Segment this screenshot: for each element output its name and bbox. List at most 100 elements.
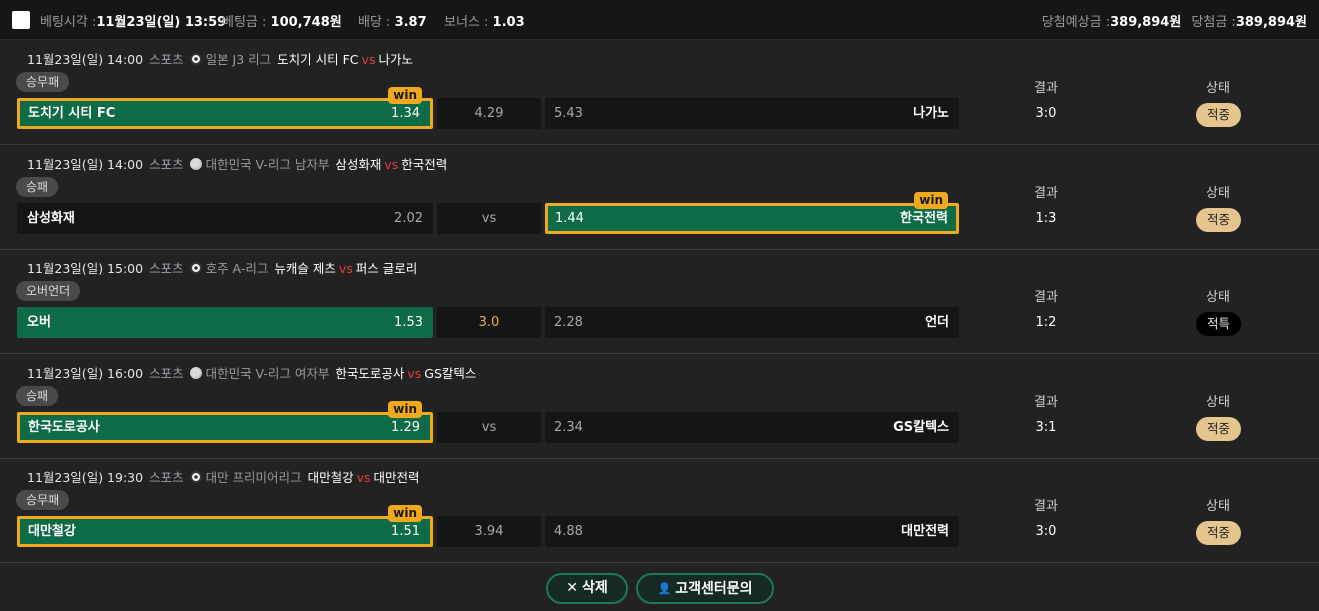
away-odds-value: 2.34: [554, 420, 583, 435]
result-score: 1:2: [1035, 315, 1057, 330]
away-odds-value: 2.28: [554, 315, 583, 330]
away-odds-cell[interactable]: 4.88 대만전력: [545, 516, 959, 547]
odds-value: 3.87: [394, 15, 427, 30]
draw-odds-cell[interactable]: vs: [437, 203, 541, 234]
support-label: 고객센터문의: [675, 581, 753, 597]
person-icon: 👤: [657, 582, 672, 595]
bet-card: 11월23일(일) 14:00 스포츠 일본 J3 리그 도치기 시티 FC vs 나가노…: [0, 41, 1319, 145]
bet-card: 11월23일(일) 16:00 스포츠 대한민국 V-리그 여자부한국도로공사 vs G…: [0, 355, 1319, 459]
home-odds-cell[interactable]: 삼성화재 2.02: [17, 203, 433, 234]
status-badge: 적중: [1196, 208, 1241, 232]
volleyball-icon: [189, 158, 202, 170]
draw-odds-value: 4.29: [474, 106, 504, 121]
away-team: GS칼텍스: [424, 366, 477, 381]
away-option-name: 한국전력: [900, 211, 948, 226]
away-odds-cell[interactable]: 5.43 나가노: [545, 98, 959, 129]
expected-win-label: 당첨예상금 :: [1041, 15, 1111, 30]
draw-odds-cell[interactable]: 3.0: [437, 307, 541, 338]
status-header: 상태: [1206, 499, 1230, 514]
home-odds-value: 1.34: [391, 106, 420, 121]
away-option-name: GS칼텍스: [893, 420, 949, 435]
market-type-badge: 승패: [16, 177, 59, 197]
draw-odds-value: vs: [481, 420, 497, 435]
result-header: 결과: [1034, 499, 1058, 514]
soccer-ball-icon: [189, 53, 202, 65]
home-odds-cell[interactable]: 오버 1.53: [17, 307, 433, 338]
away-option-name: 나가노: [913, 106, 949, 121]
league-name: 대만 프리미어리그: [205, 470, 302, 485]
home-odds-value: 2.02: [394, 211, 423, 226]
result-header: 결과: [1034, 395, 1058, 410]
market-type-badge: 승패: [16, 386, 59, 406]
home-option-name: 한국도로공사: [28, 420, 100, 435]
match-info: 11월23일(일) 14:00 스포츠 대한민국 V-리그 남자부 삼성화재 vs 한국전…: [27, 154, 447, 173]
result-score: 3:0: [1035, 106, 1057, 121]
result-header: 결과: [1034, 186, 1058, 201]
soccer-ball-icon: [189, 262, 202, 274]
away-option-name: 언더: [925, 315, 949, 330]
market-type-badge: 승무패: [16, 72, 70, 92]
bet-card: 11월23일(일) 14:00 스포츠 대한민국 V-리그 남자부 삼성화재 vs 한국전…: [0, 146, 1319, 250]
home-team: 도치기 시티 FC: [277, 52, 359, 67]
sport-category: 스포츠: [149, 52, 184, 67]
odds-label: 배당 :: [358, 15, 391, 30]
away-odds-cell[interactable]: win 1.44 한국전력: [545, 192, 959, 234]
select-checkbox[interactable]: [12, 11, 30, 29]
market-type-badge: 승무패: [16, 490, 70, 510]
home-odds-cell[interactable]: win 도치기 시티 FC 1.34: [17, 87, 433, 129]
match-info: 11월23일(일) 19:30 스포츠 대만 프리미어리그 대만철강 vs 대만전력: [27, 467, 420, 486]
away-odds-value: 5.43: [554, 106, 583, 121]
status-header: 상태: [1206, 81, 1230, 96]
home-odds-value: 1.29: [391, 420, 420, 435]
league-name: 일본 J3 리그: [205, 52, 272, 67]
away-team: 퍼스 글로리: [355, 261, 418, 276]
home-option-name: 오버: [27, 315, 51, 330]
home-team: 뉴캐슬 제츠: [274, 261, 336, 276]
status-header: 상태: [1206, 290, 1230, 305]
draw-odds-cell[interactable]: 3.94: [437, 516, 541, 547]
volleyball-icon: [189, 367, 202, 379]
result-header: 결과: [1034, 290, 1058, 305]
away-odds-cell[interactable]: 2.34 GS칼텍스: [545, 412, 959, 443]
delete-button[interactable]: ✕ 삭제: [546, 573, 628, 604]
win-amount-label: 당첨금 :: [1191, 15, 1236, 30]
match-datetime: 11월23일(일) 14:00: [27, 52, 144, 67]
home-option-name: 대만철강: [28, 524, 76, 539]
soccer-ball-icon: [189, 471, 202, 483]
match-datetime: 11월23일(일) 19:30: [27, 470, 144, 485]
vs-label: vs: [338, 261, 353, 276]
status-badge: 적중: [1196, 103, 1241, 127]
result-header: 결과: [1034, 81, 1058, 96]
draw-odds-cell[interactable]: vs: [437, 412, 541, 443]
sport-category: 스포츠: [149, 157, 184, 172]
bet-card: 11월23일(일) 15:00 스포츠 호주 A-리그 뉴캐슬 제츠 vs 퍼스 글로리 오…: [0, 250, 1319, 354]
draw-odds-cell[interactable]: 4.29: [437, 98, 541, 129]
away-team: 대만전력: [373, 470, 420, 485]
bet-amount-label: 베팅금 :: [222, 15, 267, 30]
home-odds-cell[interactable]: win 한국도로공사 1.29: [17, 401, 433, 443]
draw-odds-value: 3.0: [478, 315, 500, 330]
bet-amount: 베팅금 : 100,748원: [222, 11, 342, 30]
home-odds-cell[interactable]: win 대만철강 1.51: [17, 505, 433, 547]
league-name: 대한민국 V-리그 여자부: [205, 366, 330, 381]
close-icon: ✕: [566, 580, 578, 596]
draw-odds-value: 3.94: [474, 524, 504, 539]
vs-label: vs: [361, 52, 376, 67]
bonus-label: 보너스 :: [444, 15, 489, 30]
bet-time: 베팅시각 :11월23일(일) 13:59: [40, 11, 226, 30]
win-amount-value: 389,894원: [1235, 15, 1307, 30]
away-odds-cell[interactable]: 2.28 언더: [545, 307, 959, 338]
customer-support-button[interactable]: 👤 고객센터문의: [636, 573, 774, 604]
bonus: 보너스 : 1.03: [444, 11, 525, 30]
vs-label: vs: [384, 157, 399, 172]
status-header: 상태: [1206, 395, 1230, 410]
sport-category: 스포츠: [149, 366, 184, 381]
result-score: 3:0: [1035, 524, 1057, 539]
match-datetime: 11월23일(일) 16:00: [27, 366, 144, 381]
result-score: 1:3: [1035, 211, 1057, 226]
sport-category: 스포츠: [149, 470, 184, 485]
away-team: 한국전력: [401, 157, 448, 172]
home-odds-value: 1.53: [394, 315, 423, 330]
league-name: 호주 A-리그: [205, 261, 269, 276]
league-name: 대한민국 V-리그 남자부: [205, 157, 330, 172]
